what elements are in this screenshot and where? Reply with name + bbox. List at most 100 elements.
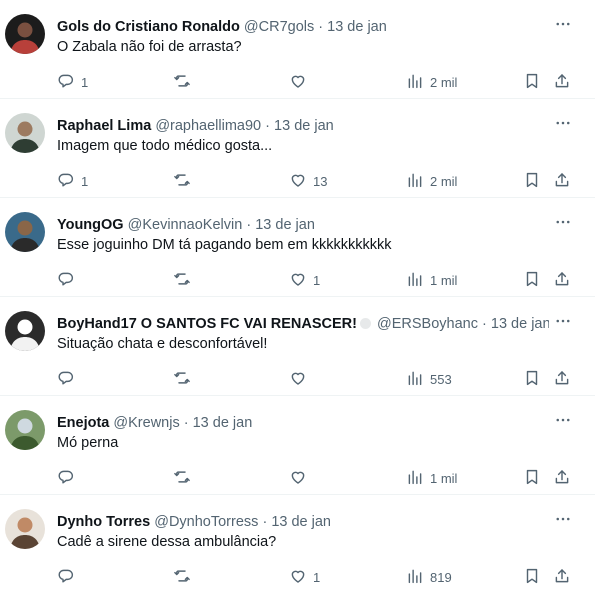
- more-icon: [554, 312, 572, 335]
- reply-button[interactable]: 1: [57, 169, 88, 193]
- tweet-date[interactable]: 13 de jan: [327, 19, 387, 35]
- author-name[interactable]: BoyHand17 O SANTOS FC VAI RENASCER!: [57, 316, 357, 332]
- avatar[interactable]: [5, 311, 45, 351]
- author-handle[interactable]: @KevinnaoKelvin: [128, 217, 243, 233]
- share-button[interactable]: [553, 565, 571, 589]
- like-icon: [289, 72, 307, 93]
- views-button[interactable]: 1 mil: [406, 268, 457, 292]
- tweet[interactable]: YoungOG @KevinnaoKelvin · 13 de jan Esse …: [0, 198, 595, 297]
- reply-button[interactable]: 1: [57, 70, 88, 94]
- views-button[interactable]: 2 mil: [406, 169, 457, 193]
- bookmark-button[interactable]: [523, 70, 541, 94]
- more-button[interactable]: [553, 412, 573, 432]
- action-bar: 1 2 mil: [57, 70, 577, 94]
- tweet[interactable]: Raphael Lima @raphaellima90 · 13 de jan I…: [0, 99, 595, 198]
- reply-button[interactable]: [57, 466, 81, 490]
- bookmark-button[interactable]: [523, 367, 541, 391]
- author-handle[interactable]: @raphaellima90: [155, 118, 261, 134]
- reply-count: 1: [81, 173, 89, 189]
- more-button[interactable]: [553, 313, 573, 333]
- retweet-button[interactable]: [173, 70, 197, 94]
- avatar[interactable]: [5, 410, 45, 450]
- retweet-icon: [173, 567, 191, 588]
- tweet-header: YoungOG @KevinnaoKelvin · 13 de jan: [57, 215, 549, 235]
- bookmark-button[interactable]: [523, 169, 541, 193]
- share-button[interactable]: [553, 70, 571, 94]
- like-button[interactable]: 1: [289, 565, 320, 589]
- author-name[interactable]: Enejota: [57, 415, 109, 431]
- reply-button[interactable]: [57, 268, 81, 292]
- views-icon: [406, 369, 424, 390]
- separator-dot: ·: [318, 19, 324, 35]
- tweet-text: Mó perna: [57, 435, 119, 451]
- bookmark-button[interactable]: [523, 565, 541, 589]
- reply-button[interactable]: [57, 565, 81, 589]
- tweet[interactable]: Dynho Torres @DynhoTorress · 13 de jan Ca…: [0, 495, 595, 591]
- more-button[interactable]: [553, 214, 573, 234]
- like-button[interactable]: [289, 466, 313, 490]
- more-icon: [554, 411, 572, 434]
- tweet-date[interactable]: 13 de jan: [491, 316, 549, 332]
- action-bar: 1 819: [57, 565, 577, 589]
- author-name[interactable]: Dynho Torres: [57, 514, 150, 530]
- author-handle[interactable]: @CR7gols: [244, 19, 314, 35]
- retweet-button[interactable]: [173, 565, 197, 589]
- retweet-button[interactable]: [173, 466, 197, 490]
- share-icon: [553, 468, 571, 489]
- tweet[interactable]: Enejota @Krewnjs · 13 de jan Mó perna 1 mi…: [0, 396, 595, 495]
- avatar[interactable]: [5, 14, 45, 54]
- retweet-button[interactable]: [173, 367, 197, 391]
- retweet-icon: [173, 369, 191, 390]
- avatar[interactable]: [5, 212, 45, 252]
- views-button[interactable]: 2 mil: [406, 70, 457, 94]
- like-button[interactable]: [289, 367, 313, 391]
- like-count: 1: [313, 272, 321, 288]
- avatar[interactable]: [5, 509, 45, 549]
- separator-dot: ·: [183, 415, 189, 431]
- author-handle[interactable]: @Krewnjs: [113, 415, 179, 431]
- author-name[interactable]: YoungOG: [57, 217, 124, 233]
- tweet[interactable]: Gols do Cristiano Ronaldo @CR7gols · 13 …: [0, 0, 595, 99]
- author-name[interactable]: Gols do Cristiano Ronaldo: [57, 19, 240, 35]
- bookmark-button[interactable]: [523, 466, 541, 490]
- tweet-header: Enejota @Krewnjs · 13 de jan: [57, 413, 549, 433]
- views-button[interactable]: 1 mil: [406, 466, 457, 490]
- reply-button[interactable]: [57, 367, 81, 391]
- bookmark-button[interactable]: [523, 268, 541, 292]
- replies-feed: Gols do Cristiano Ronaldo @CR7gols · 13 …: [0, 0, 595, 591]
- views-icon: [406, 72, 424, 93]
- views-button[interactable]: 819: [406, 565, 452, 589]
- like-icon: [289, 567, 307, 588]
- like-button[interactable]: 13: [289, 169, 327, 193]
- more-button[interactable]: [553, 115, 573, 135]
- like-button[interactable]: [289, 70, 313, 94]
- more-button[interactable]: [553, 511, 573, 531]
- more-icon: [554, 15, 572, 38]
- tweet-date[interactable]: 13 de jan: [255, 217, 315, 233]
- views-count: 819: [430, 569, 452, 585]
- share-button[interactable]: [553, 268, 571, 292]
- more-icon: [554, 510, 572, 533]
- author-handle[interactable]: @ERSBoyhanc: [377, 316, 478, 332]
- more-button[interactable]: [553, 16, 573, 36]
- author-name[interactable]: Raphael Lima: [57, 118, 151, 134]
- views-button[interactable]: 553: [406, 367, 452, 391]
- share-button[interactable]: [553, 367, 571, 391]
- bookmark-icon: [523, 72, 541, 93]
- retweet-button[interactable]: [173, 169, 197, 193]
- action-bar: 1 1 mil: [57, 268, 577, 292]
- reply-count: 1: [81, 74, 89, 90]
- retweet-button[interactable]: [173, 268, 197, 292]
- tweet-date[interactable]: 13 de jan: [193, 415, 253, 431]
- share-button[interactable]: [553, 466, 571, 490]
- tweet-date[interactable]: 13 de jan: [271, 514, 331, 530]
- tweet-date[interactable]: 13 de jan: [274, 118, 334, 134]
- share-icon: [553, 369, 571, 390]
- reply-icon: [57, 567, 75, 588]
- share-button[interactable]: [553, 169, 571, 193]
- tweet[interactable]: BoyHand17 O SANTOS FC VAI RENASCER! @ERS…: [0, 297, 595, 396]
- author-handle[interactable]: @DynhoTorress: [154, 514, 258, 530]
- avatar[interactable]: [5, 113, 45, 153]
- like-button[interactable]: 1: [289, 268, 320, 292]
- reply-icon: [57, 171, 75, 192]
